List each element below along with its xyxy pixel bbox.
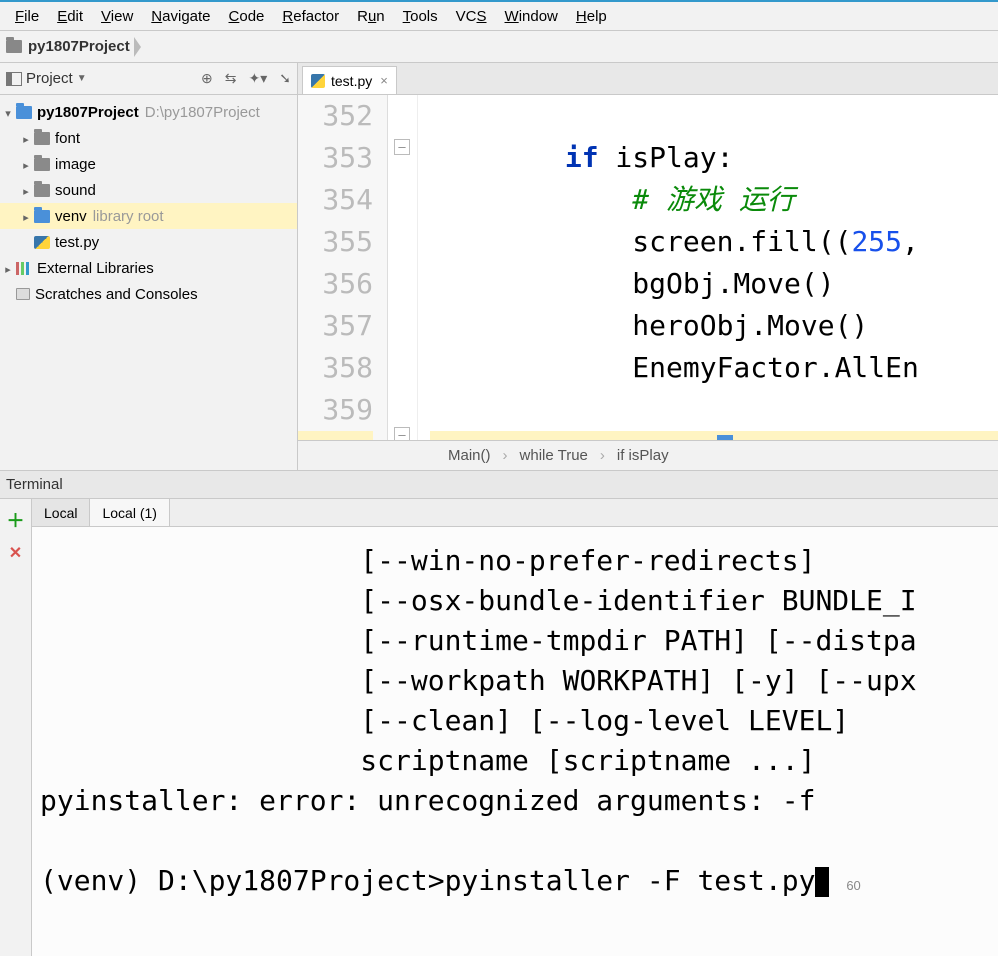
close-session-icon[interactable]: ✕: [9, 543, 22, 563]
folder-icon: [34, 132, 50, 145]
settings-icon[interactable]: ✦▾: [249, 70, 268, 87]
hide-icon[interactable]: ➘: [279, 70, 291, 87]
tree-root-name: py1807Project: [37, 104, 139, 121]
python-file-icon: [311, 74, 325, 88]
menu-file[interactable]: File: [6, 8, 48, 25]
menu-help[interactable]: Help: [567, 8, 616, 25]
menu-vcs[interactable]: VCS: [447, 8, 496, 25]
crumb-while[interactable]: while True: [520, 447, 588, 464]
folder-icon: [6, 40, 22, 53]
scratches-icon: [16, 288, 30, 300]
tree-item-testpy[interactable]: test.py: [0, 229, 297, 255]
tree-item-sound[interactable]: sound: [0, 177, 297, 203]
menu-run[interactable]: Run: [348, 8, 394, 25]
editor-breadcrumb: Main()› while True› if isPlay: [298, 440, 998, 470]
editor-tab-label: test.py: [331, 73, 372, 89]
menu-bar: File Edit View Navigate Code Refactor Ru…: [0, 2, 998, 31]
line-gutter[interactable]: 352353354355356357358359360: [298, 95, 388, 440]
code-editor[interactable]: 352353354355356357358359360 – – if isPla…: [298, 95, 998, 440]
terminal-tool-window: Terminal ＋ ✕ Local Local (1) [--win-no-p…: [0, 471, 998, 956]
code-content[interactable]: if isPlay: # 游戏 运行 screen.fill((255, bgO…: [418, 95, 998, 440]
terminal-caret: [815, 867, 829, 897]
tree-scratches[interactable]: Scratches and Consoles: [0, 281, 297, 307]
new-session-icon[interactable]: ＋: [7, 507, 25, 533]
expand-toggle-icon[interactable]: [20, 182, 32, 199]
menu-tools[interactable]: Tools: [394, 8, 447, 25]
breadcrumb-sep-icon: [134, 33, 144, 61]
tree-root[interactable]: py1807Project D:\py1807Project: [0, 99, 297, 125]
editor-tab-testpy[interactable]: test.py ×: [302, 66, 397, 94]
editor-area: test.py × 352353354355356357358359360 – …: [298, 63, 998, 470]
project-toolbar: ⊕ ⇆ ✦▾ ➘: [201, 70, 291, 87]
tree-item-venv[interactable]: venv library root: [0, 203, 297, 229]
expand-toggle-icon[interactable]: [2, 260, 14, 277]
tree-item-image[interactable]: image: [0, 151, 297, 177]
menu-refactor[interactable]: Refactor: [273, 8, 348, 25]
tree-root-path: D:\py1807Project: [145, 104, 260, 121]
expand-toggle-icon[interactable]: [2, 104, 14, 121]
libraries-icon: [16, 262, 32, 275]
terminal-output[interactable]: [--win-no-prefer-redirects] [--osx-bundl…: [32, 527, 998, 956]
menu-edit[interactable]: Edit: [48, 8, 92, 25]
project-pane-icon[interactable]: [6, 72, 22, 86]
tree-item-font[interactable]: font: [0, 125, 297, 151]
tree-external-libraries[interactable]: External Libraries: [0, 255, 297, 281]
expand-toggle-icon[interactable]: [20, 156, 32, 173]
project-tool-window: Project ▼ ⊕ ⇆ ✦▾ ➘ py1807Project D:\py18…: [0, 63, 298, 470]
locate-icon[interactable]: ⊕: [201, 70, 213, 87]
menu-view[interactable]: View: [92, 8, 142, 25]
folder-icon: [34, 184, 50, 197]
breadcrumb-root[interactable]: py1807Project: [28, 38, 130, 55]
project-view-dropdown-icon[interactable]: ▼: [77, 73, 87, 84]
folder-icon: [34, 158, 50, 171]
menu-code[interactable]: Code: [220, 8, 274, 25]
expand-toggle-icon[interactable]: [20, 208, 32, 225]
python-file-icon: [34, 236, 50, 249]
terminal-title[interactable]: Terminal: [0, 471, 998, 499]
menu-window[interactable]: Window: [496, 8, 567, 25]
terminal-tabs: Local Local (1): [32, 499, 998, 527]
terminal-tab-local-1[interactable]: Local (1): [90, 499, 169, 526]
project-title[interactable]: Project: [26, 70, 73, 87]
crumb-main[interactable]: Main(): [448, 447, 491, 464]
fold-column[interactable]: – –: [388, 95, 418, 440]
close-tab-icon[interactable]: ×: [380, 73, 388, 88]
editor-tabs: test.py ×: [298, 63, 998, 95]
menu-navigate[interactable]: Navigate: [142, 8, 219, 25]
terminal-tab-local[interactable]: Local: [32, 499, 90, 526]
crumb-if[interactable]: if isPlay: [617, 447, 669, 464]
project-header: Project ▼ ⊕ ⇆ ✦▾ ➘: [0, 63, 297, 95]
expand-toggle-icon[interactable]: [20, 130, 32, 147]
library-root-icon: [34, 210, 50, 223]
expand-icon[interactable]: ⇆: [225, 70, 237, 87]
navigation-bar: py1807Project: [0, 31, 998, 63]
project-tree[interactable]: py1807Project D:\py1807Project font imag…: [0, 95, 297, 311]
terminal-toolbar: ＋ ✕: [0, 499, 32, 956]
fold-handle-icon[interactable]: –: [394, 139, 410, 155]
module-icon: [16, 106, 32, 119]
fold-handle-icon[interactable]: –: [394, 427, 410, 440]
